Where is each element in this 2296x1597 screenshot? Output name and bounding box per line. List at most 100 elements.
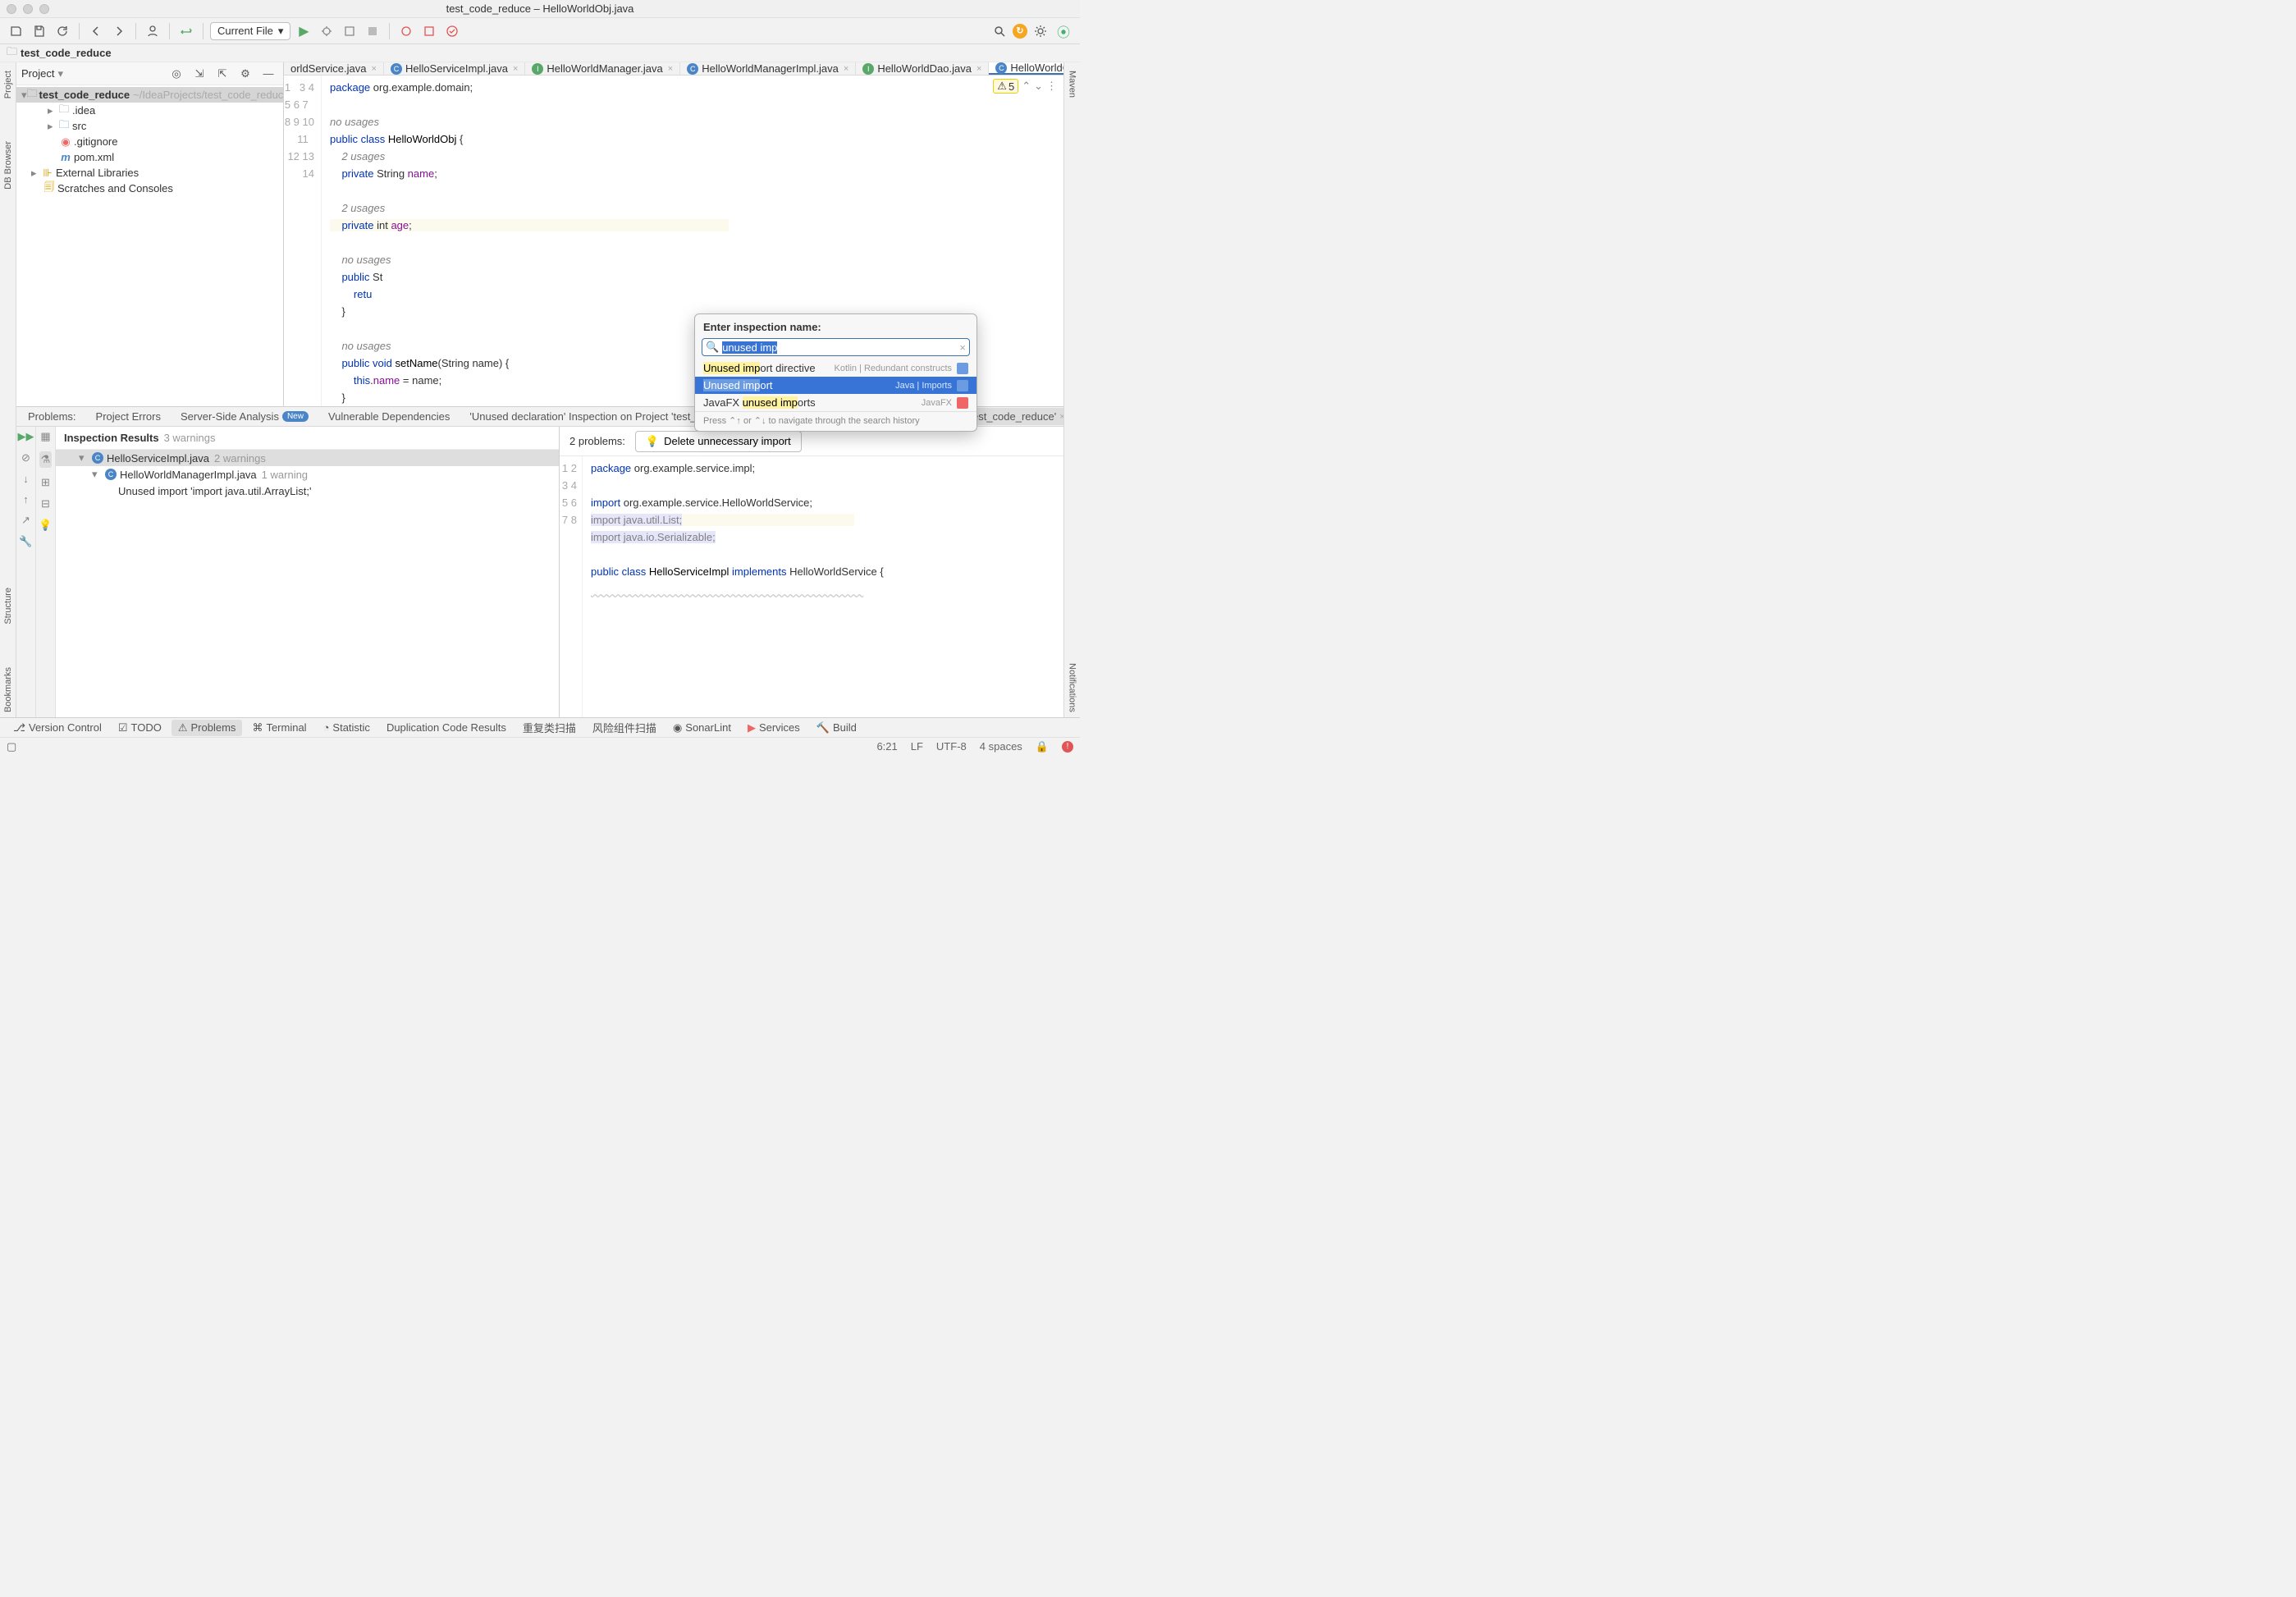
close-dot[interactable] bbox=[7, 4, 16, 14]
min-dot[interactable] bbox=[23, 4, 33, 14]
inspect-circle-icon[interactable] bbox=[396, 21, 416, 41]
tool-fengxian[interactable]: 风险组件扫描 bbox=[586, 718, 663, 737]
warning-badge[interactable]: ⚠ 5 bbox=[993, 79, 1018, 94]
tool-sonar[interactable]: ◉SonarLint bbox=[666, 720, 738, 736]
sidebar-tab-project[interactable]: Project bbox=[2, 66, 15, 103]
collapse-icon[interactable]: ⇱ bbox=[213, 64, 232, 84]
avatar-icon[interactable] bbox=[143, 21, 162, 41]
editor-tab[interactable]: IHelloWorldManager.java× bbox=[525, 62, 680, 75]
close-icon[interactable]: × bbox=[372, 64, 377, 74]
open-icon[interactable] bbox=[7, 21, 26, 41]
settings-icon[interactable]: 🔧 bbox=[19, 535, 32, 548]
more-icon[interactable]: ⋮ bbox=[1046, 80, 1057, 93]
code-editor[interactable]: ⚠ 5 ⌃ ⌄ ⋮ 1 3 4 5 6 7 8 9 10 11 12 13 14… bbox=[284, 76, 1063, 406]
down-icon[interactable]: ⌄ bbox=[1034, 80, 1043, 93]
back-icon[interactable] bbox=[86, 21, 106, 41]
clear-icon[interactable]: × bbox=[959, 341, 966, 354]
popup-item-selected[interactable]: Unused import Java | Imports bbox=[695, 377, 976, 394]
tool-problems[interactable]: ⚠Problems bbox=[172, 720, 243, 736]
popup-search-field[interactable]: 🔍 unused imp × bbox=[702, 338, 970, 356]
inspection-file-row[interactable]: ▾C HelloServiceImpl.java2 warnings bbox=[56, 450, 559, 466]
tool-terminal[interactable]: ⌘Terminal bbox=[245, 720, 313, 736]
refresh-icon[interactable] bbox=[53, 21, 72, 41]
status-square-icon[interactable]: ▢ bbox=[7, 740, 16, 753]
popup-item[interactable]: JavaFX unused imports JavaFX bbox=[695, 394, 976, 411]
close-icon[interactable]: × bbox=[668, 64, 673, 74]
sync-icon[interactable] bbox=[176, 21, 196, 41]
export-icon[interactable]: ↗ bbox=[21, 514, 30, 527]
up-icon[interactable]: ↑ bbox=[23, 493, 29, 506]
inspection-issue-row[interactable]: Unused import 'import java.util.ArrayLis… bbox=[56, 483, 559, 499]
sidebar-tab-maven[interactable]: Maven bbox=[1066, 66, 1079, 103]
stop-icon[interactable]: ⊘ bbox=[21, 451, 30, 464]
close-icon[interactable]: × bbox=[844, 64, 848, 74]
tool-services[interactable]: ▶Services bbox=[741, 720, 807, 736]
sidebar-tab-notifications[interactable]: Notifications bbox=[1066, 658, 1079, 717]
encoding[interactable]: UTF-8 bbox=[936, 740, 967, 753]
close-icon[interactable]: × bbox=[976, 64, 981, 74]
locate-icon[interactable]: ◎ bbox=[167, 64, 186, 84]
popup-input[interactable]: unused imp bbox=[722, 341, 959, 354]
gear-icon[interactable] bbox=[1031, 21, 1050, 41]
chevron-down-icon[interactable]: ▾ bbox=[57, 67, 63, 80]
run-config-select[interactable]: Current File ▾ bbox=[210, 22, 290, 40]
ide-update-icon[interactable]: ↻ bbox=[1013, 24, 1027, 39]
sidebar-tab-db[interactable]: DB Browser bbox=[2, 136, 15, 194]
collapse-all-icon[interactable]: ⊟ bbox=[41, 497, 50, 510]
debug-icon[interactable] bbox=[317, 21, 336, 41]
coverage-icon[interactable] bbox=[340, 21, 359, 41]
line-sep[interactable]: LF bbox=[911, 740, 923, 753]
tree-ext-libs[interactable]: ▸⊪External Libraries bbox=[16, 165, 283, 181]
editor-tab[interactable]: IHelloWorldDao.java× bbox=[856, 62, 989, 75]
save-icon[interactable] bbox=[30, 21, 49, 41]
search-icon[interactable] bbox=[990, 21, 1009, 41]
gear-icon[interactable]: ⚙ bbox=[236, 64, 255, 84]
editor-tab[interactable]: CHelloWorldManagerImpl.java× bbox=[680, 62, 856, 75]
inspect-check-icon[interactable] bbox=[442, 21, 462, 41]
run-icon[interactable]: ▶ bbox=[294, 21, 313, 41]
editor-tab[interactable]: orldService.java× bbox=[284, 62, 384, 75]
inspection-file-row[interactable]: ▾C HelloWorldManagerImpl.java1 warning bbox=[56, 466, 559, 483]
filter-icon[interactable]: ⚗ bbox=[39, 451, 53, 468]
bulb-icon[interactable]: 💡 bbox=[39, 519, 52, 532]
tool-statistic[interactable]: ◔Statistic bbox=[317, 720, 377, 735]
close-icon[interactable]: × bbox=[513, 64, 518, 74]
expand-icon[interactable]: ⇲ bbox=[190, 64, 209, 84]
tool-duplication[interactable]: Duplication Code Results bbox=[380, 720, 513, 735]
group-icon[interactable]: ▦ bbox=[40, 430, 50, 443]
tree-pom[interactable]: mpom.xml bbox=[16, 149, 283, 165]
expand-all-icon[interactable]: ⊞ bbox=[41, 476, 50, 489]
up-icon[interactable]: ⌃ bbox=[1022, 80, 1031, 93]
project-tree[interactable]: ▾🗀 test_code_reduce ~/IdeaProjects/test_… bbox=[16, 85, 283, 406]
sidebar-tab-bookmarks[interactable]: Bookmarks bbox=[2, 662, 15, 717]
down-icon[interactable]: ↓ bbox=[23, 473, 29, 485]
tool-build[interactable]: 🔨Build bbox=[810, 720, 863, 736]
tool-vcs[interactable]: ⎇Version Control bbox=[7, 720, 108, 736]
code-with-me-icon[interactable]: ⦿ bbox=[1054, 21, 1073, 41]
tab-project-errors[interactable]: Project Errors bbox=[88, 408, 169, 425]
tree-scratches[interactable]: 🗐Scratches and Consoles bbox=[16, 181, 283, 196]
breadcrumb-root[interactable]: test_code_reduce bbox=[21, 47, 112, 59]
max-dot[interactable] bbox=[39, 4, 49, 14]
cursor-position[interactable]: 6:21 bbox=[876, 740, 897, 753]
tree-idea[interactable]: ▸🗀.idea bbox=[16, 103, 283, 118]
inspection-tree[interactable]: Inspection Results3 warnings ▾C HelloSer… bbox=[56, 427, 560, 717]
hide-icon[interactable]: — bbox=[258, 64, 278, 84]
preview-code[interactable]: 1 2 3 4 5 6 7 8 package org.example.serv… bbox=[560, 456, 1063, 717]
tab-vuln-deps[interactable]: Vulnerable Dependencies bbox=[320, 408, 458, 425]
sidebar-tab-structure[interactable]: Structure bbox=[2, 583, 15, 629]
tree-src[interactable]: ▸🗀src bbox=[16, 118, 283, 134]
indent[interactable]: 4 spaces bbox=[980, 740, 1022, 753]
editor-tab[interactable]: CHelloServiceImpl.java× bbox=[384, 62, 525, 75]
delete-import-button[interactable]: 💡 Delete unnecessary import bbox=[635, 431, 802, 452]
error-indicator[interactable]: ! bbox=[1062, 741, 1073, 753]
tree-root[interactable]: ▾🗀 test_code_reduce ~/IdeaProjects/test_… bbox=[16, 87, 283, 103]
popup-item[interactable]: Unused import directive Kotlin | Redunda… bbox=[695, 359, 976, 377]
tab-server-analysis[interactable]: Server-Side AnalysisNew bbox=[172, 408, 317, 425]
tool-chongfu[interactable]: 重复类扫描 bbox=[516, 718, 583, 737]
lock-icon[interactable]: 🔒 bbox=[1036, 740, 1049, 753]
tree-gitignore[interactable]: ◉.gitignore bbox=[16, 134, 283, 149]
tool-todo[interactable]: ☑TODO bbox=[112, 720, 168, 736]
rerun-icon[interactable]: ▶▶ bbox=[18, 430, 34, 443]
stop-icon[interactable] bbox=[363, 21, 382, 41]
